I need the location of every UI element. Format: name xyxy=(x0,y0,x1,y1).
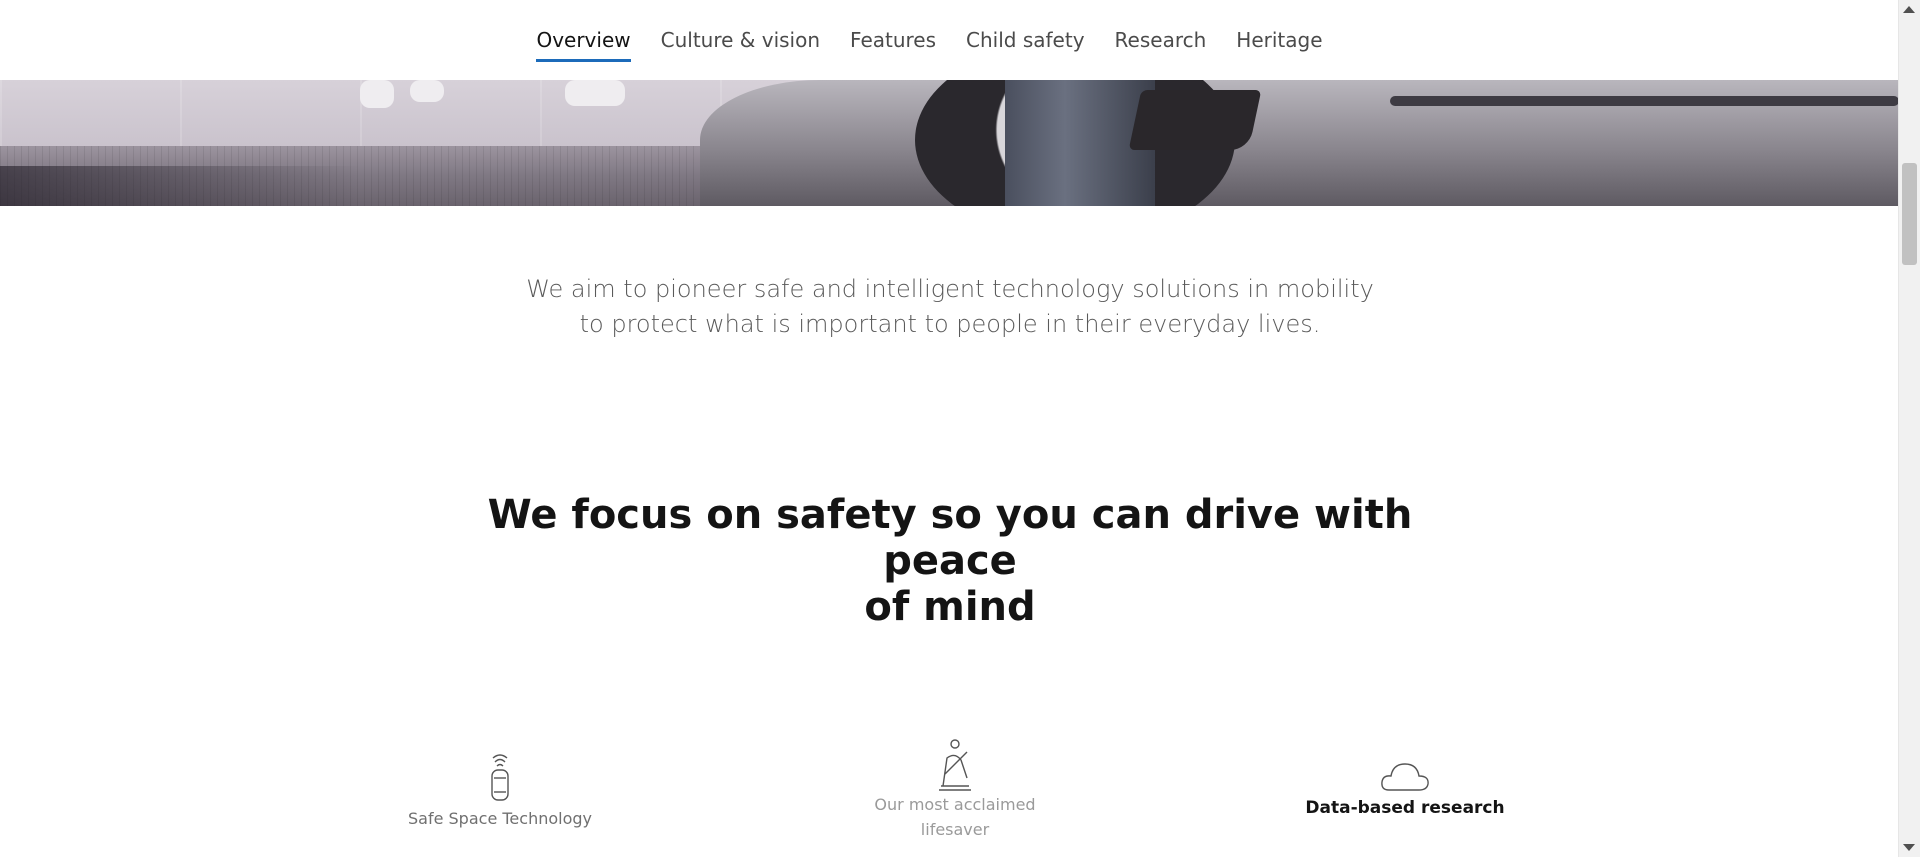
section-nav-list: Overview Culture & vision Features Child… xyxy=(536,22,1323,62)
headline-line-1: We focus on safety so you can drive with… xyxy=(487,492,1413,584)
hero-image xyxy=(0,80,1899,206)
feature-label: Safe Space Technology xyxy=(408,809,592,828)
section-headline: We focus on safety so you can drive with… xyxy=(460,492,1440,630)
intro-text: We aim to pioneer safe and intelligent t… xyxy=(450,272,1450,342)
nav-item-child-safety[interactable]: Child safety xyxy=(966,22,1085,58)
hero-shoe xyxy=(360,80,394,108)
intro-line-1: We aim to pioneer safe and intelligent t… xyxy=(526,275,1374,303)
scroll-down-icon[interactable] xyxy=(1903,844,1915,851)
seatbelt-icon xyxy=(939,739,971,791)
hero-shoe xyxy=(565,80,625,106)
hero-shadow xyxy=(0,166,360,206)
nav-item-research[interactable]: Research xyxy=(1115,22,1207,58)
hero-car-trim xyxy=(1390,96,1899,106)
feature-label-line-1: Our most acclaimed xyxy=(874,795,1036,814)
intro-line-2: to protect what is important to people i… xyxy=(579,310,1321,338)
hero-shoe xyxy=(410,80,444,102)
feature-data-based-research[interactable]: Data-based research xyxy=(1305,758,1505,821)
nav-item-features[interactable]: Features xyxy=(850,22,936,58)
feature-label: Data-based research xyxy=(1305,798,1505,818)
hero-handbag xyxy=(1128,90,1262,150)
scroll-up-icon[interactable] xyxy=(1903,6,1915,13)
cloud-icon xyxy=(1381,763,1429,791)
scrollbar-thumb[interactable] xyxy=(1902,163,1917,265)
section-nav: Overview Culture & vision Features Child… xyxy=(0,0,1899,80)
feature-safe-space-technology[interactable]: Safe Space Technology xyxy=(400,750,600,831)
feature-seatbelt-lifesaver[interactable]: Our most acclaimed lifesaver xyxy=(855,738,1055,842)
page-scrollbar[interactable] xyxy=(1898,0,1920,857)
nav-item-culture-vision[interactable]: Culture & vision xyxy=(661,22,820,58)
nav-item-overview[interactable]: Overview xyxy=(536,22,631,62)
headline-line-2: of mind xyxy=(864,584,1036,630)
car-radar-icon xyxy=(491,754,509,801)
nav-item-heritage[interactable]: Heritage xyxy=(1236,22,1322,58)
feature-label-line-2: lifesaver xyxy=(920,820,990,839)
